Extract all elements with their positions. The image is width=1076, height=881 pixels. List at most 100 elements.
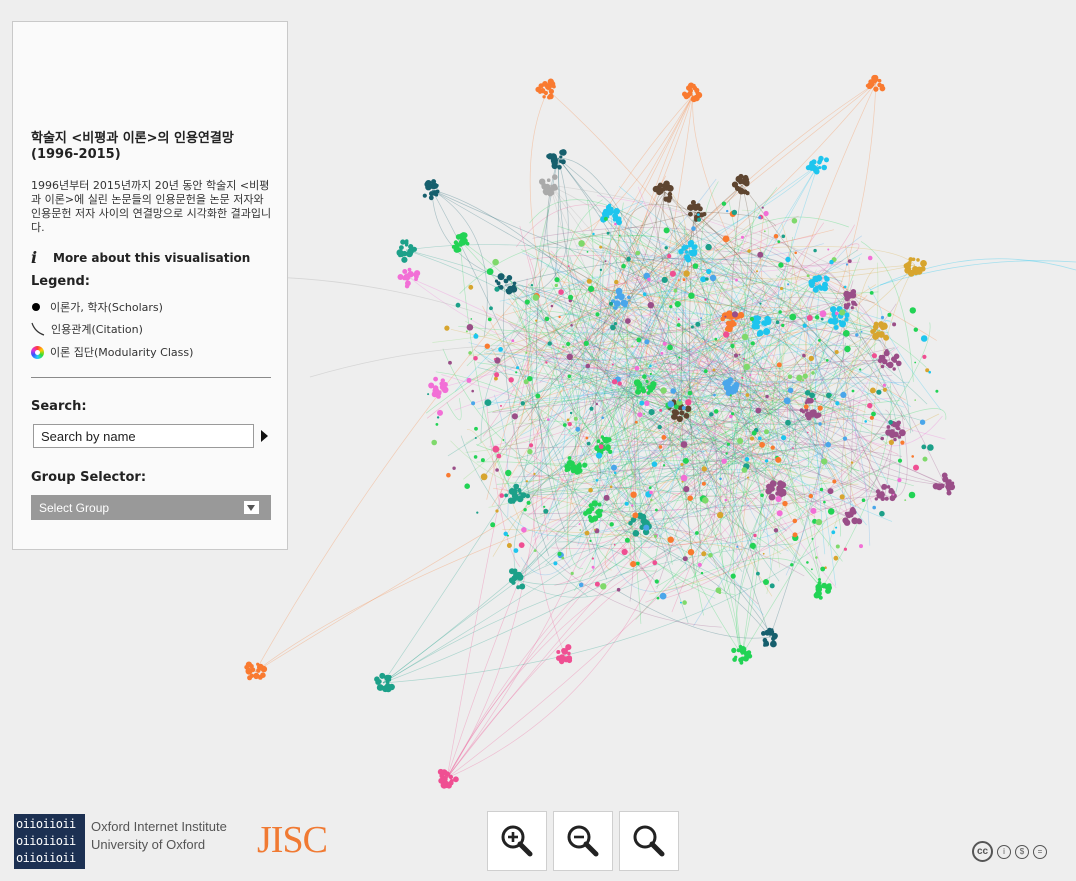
scholar-node[interactable] [749,374,752,377]
scholar-node[interactable] [563,648,568,653]
scholar-node[interactable] [830,394,833,396]
scholar-node[interactable] [606,231,610,235]
scholar-node[interactable] [547,341,552,346]
scholar-node[interactable] [473,356,478,361]
scholar-node[interactable] [709,274,717,282]
scholar-node[interactable] [892,322,897,327]
scholar-node[interactable] [547,418,550,421]
scholar-node[interactable] [578,240,585,247]
scholar-node[interactable] [603,216,608,221]
scholar-node[interactable] [657,424,662,430]
scholar-node[interactable] [763,328,771,335]
scholar-node[interactable] [683,412,690,419]
scholar-node[interactable] [683,486,690,493]
scholar-node[interactable] [781,323,785,328]
scholar-node[interactable] [511,580,516,585]
scholar-node[interactable] [650,381,657,388]
scholar-node[interactable] [649,490,653,495]
scholar-node[interactable] [685,399,692,406]
scholar-node[interactable] [851,517,859,525]
scholar-node[interactable] [596,452,603,459]
scholar-node[interactable] [402,269,408,274]
scholar-node[interactable] [646,385,651,390]
scholar-node[interactable] [897,478,902,483]
scholar-node[interactable] [507,288,513,294]
scholar-node[interactable] [609,485,613,489]
scholar-node[interactable] [775,456,782,463]
scholar-node[interactable] [630,491,637,498]
scholar-node[interactable] [812,286,819,293]
scholar-node[interactable] [855,333,859,337]
scholar-node[interactable] [607,203,612,207]
scholar-node[interactable] [493,358,496,361]
scholar-node[interactable] [701,466,707,472]
scholar-node[interactable] [495,468,499,472]
scholar-node[interactable] [608,301,614,306]
scholar-node[interactable] [815,412,822,418]
scholar-node[interactable] [431,439,438,446]
scholar-node[interactable] [690,200,696,205]
scholar-node[interactable] [740,235,745,239]
scholar-node[interactable] [815,583,822,591]
scholar-node[interactable] [494,372,500,378]
scholar-node[interactable] [523,508,527,512]
scholar-node[interactable] [824,157,829,163]
scholar-node[interactable] [845,263,849,266]
scholar-node[interactable] [869,291,874,295]
scholar-node[interactable] [689,240,694,245]
scholar-node[interactable] [667,536,674,543]
scholar-node[interactable] [648,409,655,416]
scholar-node[interactable] [832,479,837,484]
scholar-node[interactable] [872,505,876,510]
scholar-node[interactable] [802,353,806,358]
scholar-node[interactable] [721,458,727,464]
scholar-node[interactable] [803,404,809,410]
scholar-node[interactable] [826,583,831,588]
scholar-node[interactable] [737,437,744,444]
scholar-node[interactable] [625,318,631,324]
scholar-node[interactable] [518,542,525,548]
scholar-node[interactable] [550,304,554,308]
scholar-node[interactable] [725,452,728,455]
scholar-node[interactable] [730,390,735,395]
scholar-node[interactable] [815,518,823,526]
scholar-node[interactable] [617,381,622,386]
scholar-node[interactable] [624,501,629,506]
scholar-node[interactable] [908,491,916,499]
scholar-node[interactable] [729,394,732,397]
scholar-node[interactable] [414,277,418,282]
scholar-node[interactable] [876,389,882,395]
scholar-node[interactable] [570,571,574,576]
scholar-node[interactable] [840,391,847,398]
scholar-node[interactable] [622,300,629,306]
scholar-node[interactable] [749,436,755,441]
scholar-node[interactable] [609,522,614,527]
scholar-node[interactable] [914,361,917,364]
scholar-node[interactable] [557,551,562,557]
scholar-node[interactable] [425,180,432,187]
scholar-node[interactable] [442,381,448,388]
scholar-node[interactable] [256,668,261,673]
scholar-node[interactable] [644,339,650,345]
scholar-node[interactable] [746,476,749,479]
scholar-node[interactable] [737,311,745,319]
scholar-node[interactable] [891,431,895,435]
scholar-node[interactable] [432,387,440,395]
scholar-node[interactable] [582,462,588,468]
scholar-node[interactable] [806,561,809,564]
scholar-node[interactable] [603,494,610,501]
scholar-node[interactable] [476,511,479,514]
scholar-node[interactable] [618,234,621,237]
scholar-node[interactable] [471,389,475,393]
scholar-node[interactable] [626,256,631,262]
scholar-node[interactable] [808,355,814,362]
scholar-node[interactable] [913,270,919,276]
scholar-node[interactable] [705,277,709,281]
scholar-node[interactable] [801,379,805,382]
scholar-node[interactable] [835,311,839,316]
scholar-node[interactable] [763,230,766,233]
scholar-node[interactable] [730,573,736,579]
scholar-node[interactable] [543,505,546,508]
scholar-node[interactable] [871,411,876,417]
scholar-node[interactable] [615,217,621,223]
